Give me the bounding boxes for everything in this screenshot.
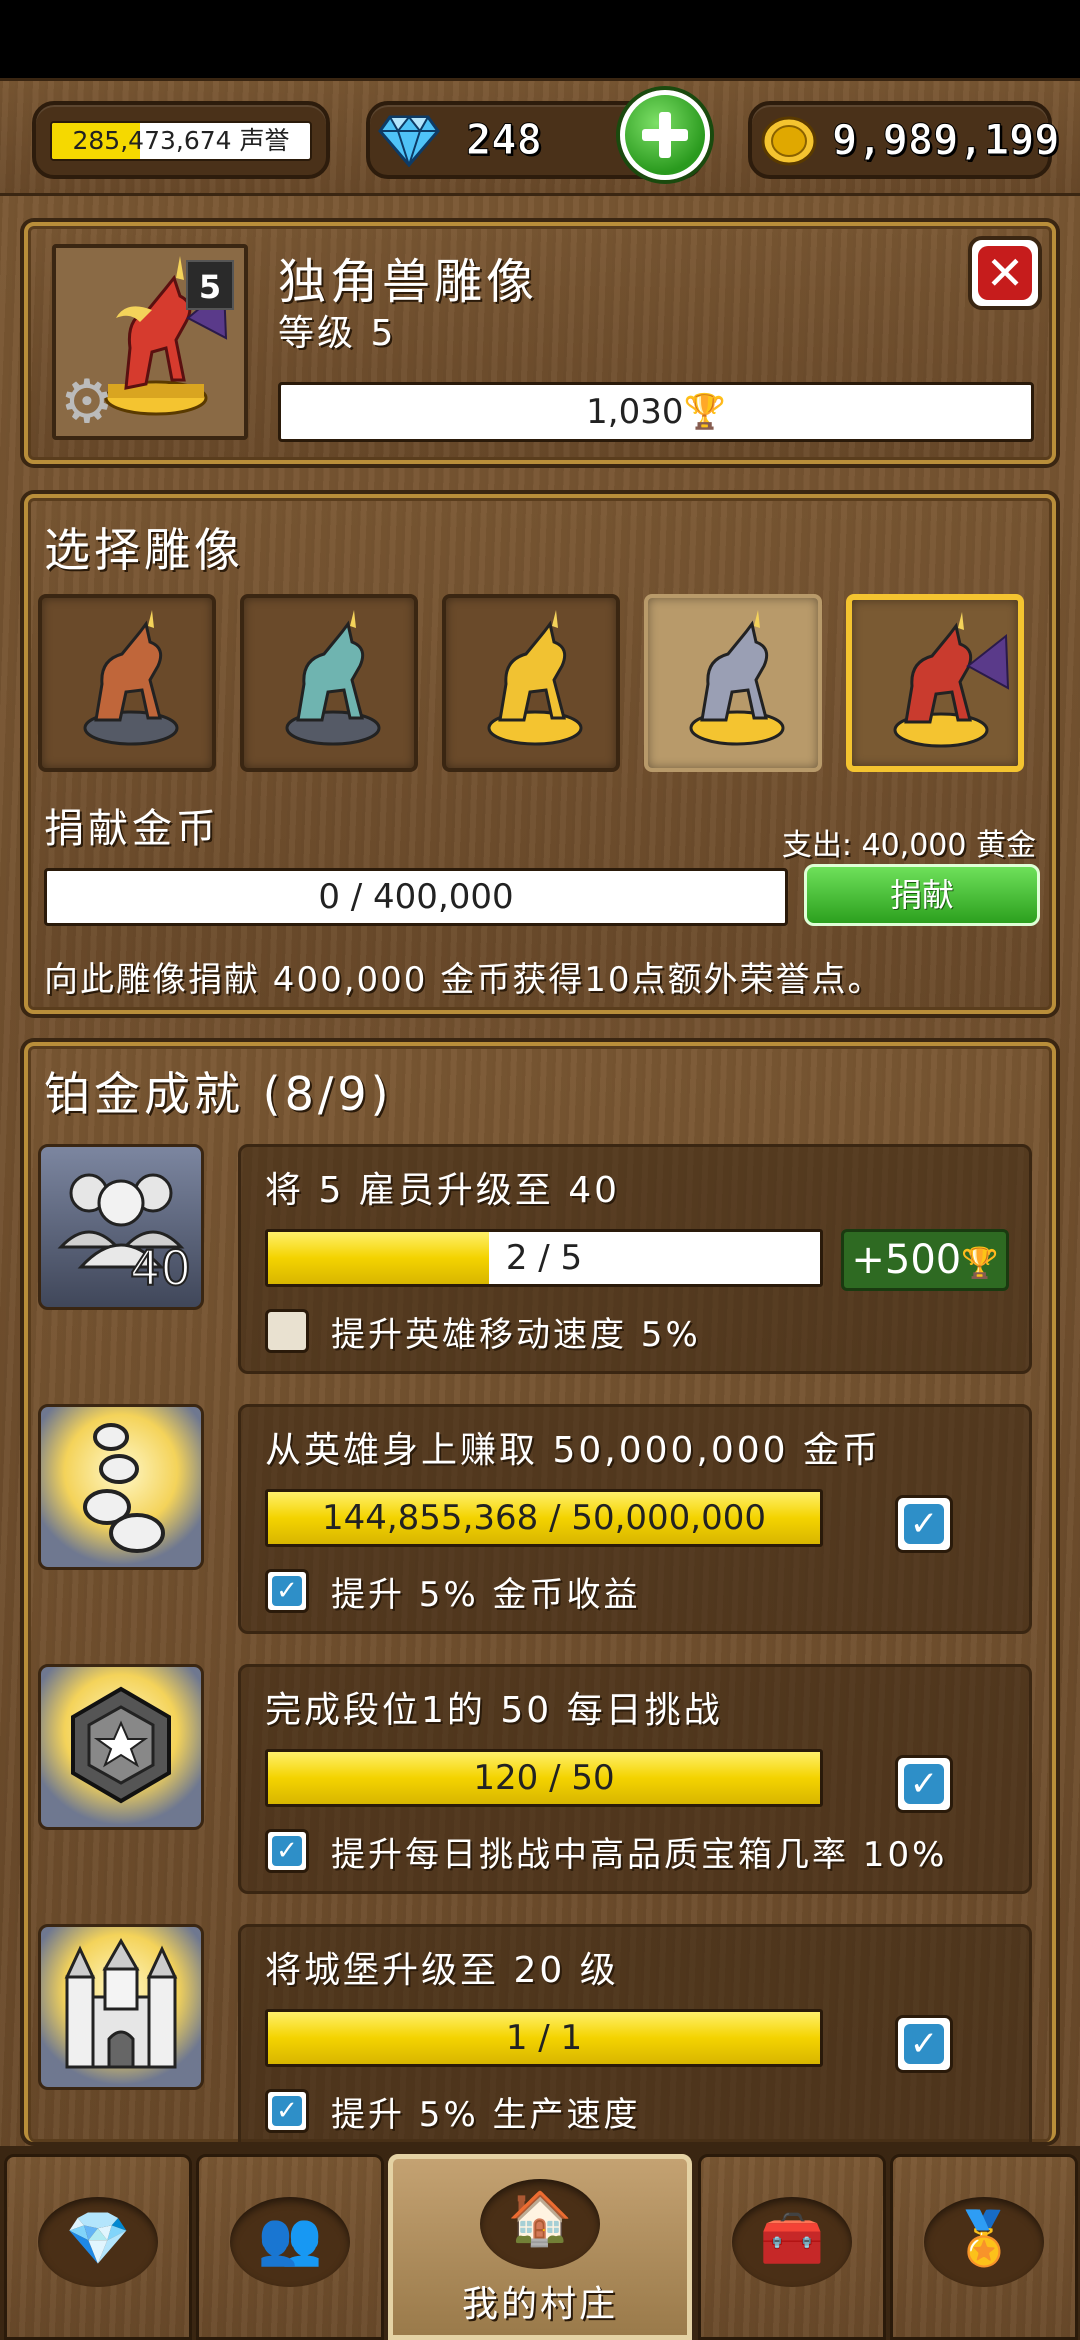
- gold-pill[interactable]: 9,989,199: [748, 101, 1060, 179]
- close-button[interactable]: ✕: [968, 236, 1042, 310]
- achievement-checkbox[interactable]: ✓: [265, 2089, 309, 2133]
- trophy-bar: 1,030🏆: [278, 382, 1034, 442]
- reputation-pill[interactable]: 285,473,674 声誉: [32, 101, 330, 179]
- add-gems-button[interactable]: [620, 90, 710, 180]
- achievement-item: 将城堡升级至 20 级 1 / 1 ✓ ✓ 提升 5% 生产速度: [38, 1924, 1038, 2160]
- achievement-title: 将城堡升级至 20 级: [265, 1950, 619, 1991]
- achievements-panel: 铂金成就 (8/9) 40 将 5 雇员升级至 40 2 / 5 +500🏆 提…: [24, 1042, 1056, 2154]
- statue-option-teal-unicorn[interactable]: [240, 594, 418, 772]
- donate-label: 捐献金币: [44, 806, 220, 852]
- diamond-icon: 💎: [65, 2209, 131, 2269]
- checkmark-icon: ✓: [272, 1576, 302, 1606]
- statue-header-panel: 5 ⚙ 独角兽雕像 等级 5 1,030🏆 ✕: [24, 222, 1056, 464]
- achievement-checkbox[interactable]: ✓: [265, 1569, 309, 1613]
- achievement-checkbox[interactable]: ✓: [265, 1829, 309, 1873]
- completed-checkbox[interactable]: ✓: [895, 2015, 953, 2073]
- star-medal-icon: [38, 1664, 204, 1830]
- currency-bar: 285,473,674 声誉 248 9,989,199: [0, 78, 1080, 196]
- checkmark-icon: ✓: [272, 2096, 302, 2126]
- reward-value: +500: [851, 1237, 962, 1283]
- employees-icon: 40: [38, 1144, 204, 1310]
- house-icon: 🏠: [507, 2189, 573, 2249]
- people-icon: 👥: [257, 2209, 323, 2269]
- trophy-value: 1,030: [586, 392, 684, 432]
- checkmark-icon: ✓: [272, 1836, 302, 1866]
- tab-chest[interactable]: 🧰: [698, 2154, 886, 2340]
- achievement-title: 将 5 雇员升级至 40: [265, 1170, 621, 1211]
- medal-icon: 🏅: [951, 2209, 1017, 2269]
- achievement-progress-bar: 144,855,368 / 50,000,000: [265, 1489, 823, 1547]
- statue-option-bronze-unicorn[interactable]: [38, 594, 216, 772]
- coins-icon: [38, 1404, 204, 1570]
- achievement-progress-bar: 2 / 5: [265, 1229, 823, 1287]
- completed-checkbox[interactable]: ✓: [895, 1495, 953, 1553]
- statue-option-golden-unicorn[interactable]: [442, 594, 620, 772]
- chest-icon: 🧰: [759, 2209, 825, 2269]
- bottom-navigation: 💎 👥 🏠 我的村庄 🧰 🏅: [0, 2146, 1080, 2340]
- statue-option-silver-unicorn[interactable]: [644, 594, 822, 772]
- achievement-item: 40 将 5 雇员升级至 40 2 / 5 +500🏆 提升英雄移动速度 5%: [38, 1144, 1038, 1380]
- tab-heroes[interactable]: 👥: [196, 2154, 384, 2340]
- achievement-progress-text: 144,855,368 / 50,000,000: [321, 1498, 767, 1538]
- nav-label: 我的村庄: [461, 2284, 618, 2325]
- unicorn-statue-icon: [83, 610, 179, 746]
- statue-level-badge: 5: [186, 260, 234, 310]
- achievement-progress-text: 2 / 5: [505, 1238, 583, 1278]
- castle-icon: [38, 1924, 204, 2090]
- donate-progress-bar: 0 / 400,000: [44, 868, 788, 926]
- achievement-item: 完成段位1的 50 每日挑战 120 / 50 ✓ ✓ 提升每日挑战中高品质宝箱…: [38, 1664, 1038, 1900]
- checkmark-icon: ✓: [904, 1764, 944, 1804]
- achievement-title: 从英雄身上赚取 50,000,000 金币: [265, 1430, 882, 1471]
- employees-badge: 40: [129, 1240, 192, 1298]
- statue-options: [38, 594, 1048, 774]
- reputation-text: 285,473,674 声誉: [72, 126, 290, 155]
- achievement-card: 从英雄身上赚取 50,000,000 金币 144,855,368 / 50,0…: [238, 1404, 1032, 1634]
- gold-coin-icon: [761, 116, 817, 166]
- gold-count: 9,989,199: [832, 115, 1061, 165]
- claim-reward-button[interactable]: +500🏆: [841, 1229, 1009, 1291]
- statue-title: 独角兽雕像: [278, 254, 539, 310]
- statue-option-red-winged-unicorn[interactable]: [846, 594, 1024, 772]
- achievements-title: 铂金成就 (8/9): [44, 1067, 393, 1121]
- statue-level-text: 等级 5: [278, 313, 397, 354]
- checkmark-icon: ✓: [904, 1504, 944, 1544]
- achievement-progress-text: 120 / 50: [473, 1758, 615, 1798]
- completed-checkbox[interactable]: ✓: [895, 1755, 953, 1813]
- spend-label: 支出: 40,000 黄金: [781, 828, 1036, 863]
- select-statue-title: 选择雕像: [44, 523, 244, 577]
- donate-note: 向此雕像捐献 400,000 金币获得10点额外荣誉点。: [44, 960, 884, 1000]
- achievement-checkbox[interactable]: [265, 1309, 309, 1353]
- trophy-icon: 🏆: [683, 392, 726, 432]
- gem-count: 248: [466, 115, 543, 165]
- unicorn-statue-icon: [487, 610, 583, 746]
- unicorn-statue-icon: [689, 610, 785, 746]
- achievement-title: 完成段位1的 50 每日挑战: [265, 1690, 723, 1731]
- achievement-progress-bar: 120 / 50: [265, 1749, 823, 1807]
- achievement-card: 将 5 雇员升级至 40 2 / 5 +500🏆 提升英雄移动速度 5%: [238, 1144, 1032, 1374]
- reputation-progress: 285,473,674 声誉: [50, 121, 312, 161]
- achievement-item: 从英雄身上赚取 50,000,000 金币 144,855,368 / 50,0…: [38, 1404, 1038, 1640]
- trophy-icon: 🏆: [961, 1246, 999, 1281]
- tab-gems[interactable]: 💎: [4, 2154, 192, 2340]
- achievement-bonus: 提升英雄移动速度 5%: [331, 1315, 701, 1355]
- tab-village[interactable]: 🏠 我的村庄: [388, 2154, 692, 2340]
- close-icon: ✕: [978, 246, 1032, 300]
- statue-portrait: 5 ⚙: [52, 244, 248, 440]
- select-statue-panel: 选择雕像 捐献金币 支出: 40,000 黄金 0 / 400,000 捐献 向…: [24, 494, 1056, 1014]
- achievement-bonus: 提升 5% 生产速度: [331, 2095, 641, 2135]
- tab-achievements[interactable]: 🏅: [890, 2154, 1078, 2340]
- diamond-icon: [378, 115, 440, 167]
- unicorn-statue-icon: [285, 610, 381, 746]
- achievement-progress-text: 1 / 1: [505, 2018, 583, 2058]
- achievement-progress-bar: 1 / 1: [265, 2009, 823, 2067]
- unicorn-statue-icon: [893, 612, 1010, 748]
- donate-button[interactable]: 捐献: [804, 864, 1040, 926]
- gear-icon[interactable]: ⚙: [60, 372, 114, 432]
- achievement-card: 完成段位1的 50 每日挑战 120 / 50 ✓ ✓ 提升每日挑战中高品质宝箱…: [238, 1664, 1032, 1894]
- achievement-bonus: 提升每日挑战中高品质宝箱几率 10%: [331, 1835, 948, 1875]
- checkmark-icon: ✓: [904, 2024, 944, 2064]
- achievement-bonus: 提升 5% 金币收益: [331, 1575, 641, 1615]
- achievement-card: 将城堡升级至 20 级 1 / 1 ✓ ✓ 提升 5% 生产速度: [238, 1924, 1032, 2154]
